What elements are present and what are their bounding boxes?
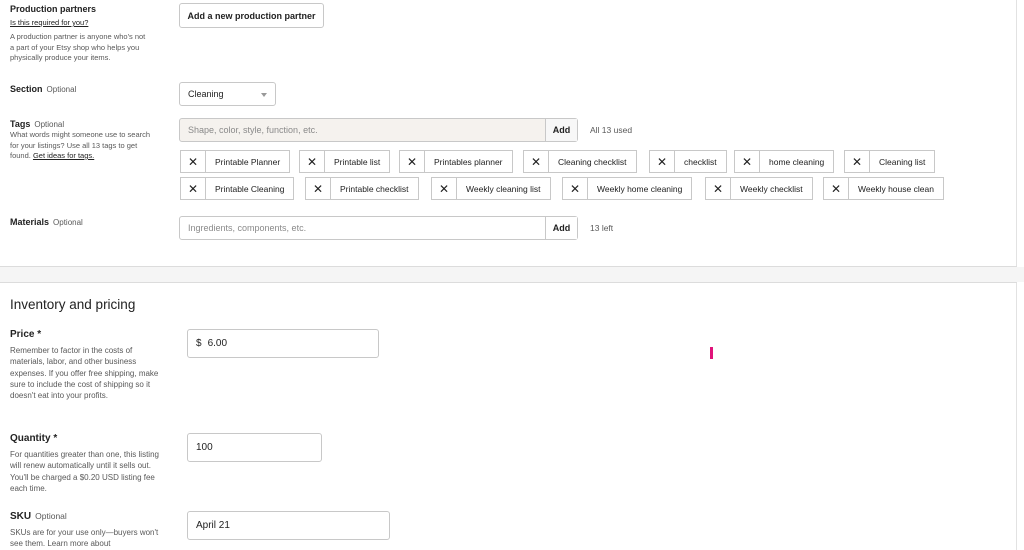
price-label: Price * (10, 329, 42, 340)
section-label: Section Optional (10, 84, 77, 94)
sku-value: April 21 (196, 520, 230, 531)
card-edge (1016, 0, 1017, 266)
sku-label: SKU Optional (10, 511, 67, 522)
production-partners-required-link[interactable]: Is this required for you? (10, 18, 88, 29)
add-production-partner-button[interactable]: Add a new production partner (179, 3, 324, 28)
remove-tag-icon[interactable]: ✕ (845, 151, 870, 172)
remove-tag-icon[interactable]: ✕ (650, 151, 675, 172)
text-cursor (710, 347, 713, 359)
price-input[interactable]: $ 6.00 (187, 329, 379, 358)
card-edge (1016, 283, 1017, 550)
materials-left-count: 13 left (590, 223, 614, 233)
tag-chip: ✕ Printables planner (399, 150, 513, 173)
section-selected-value: Cleaning (188, 89, 224, 99)
add-material-button[interactable]: Add (545, 217, 577, 239)
tag-chip: ✕ Printable Cleaning (180, 177, 295, 200)
sku-help: SKUs are for your use only—buyers won't … (10, 528, 159, 549)
tag-chip: ✕ checklist (649, 150, 727, 173)
remove-tag-icon[interactable]: ✕ (563, 178, 588, 199)
quantity-help: For quantities greater than one, this li… (10, 450, 159, 493)
quantity-label: Quantity * (10, 433, 58, 444)
remove-tag-icon[interactable]: ✕ (706, 178, 731, 199)
tags-label: Tags Optional (10, 119, 65, 129)
tag-chip: ✕ Printable list (299, 150, 391, 173)
add-tag-button[interactable]: Add (545, 119, 577, 141)
materials-input[interactable]: Ingredients, components, etc. Add (179, 216, 578, 240)
inventory-pricing-heading: Inventory and pricing (10, 297, 136, 312)
tags-help: What words might someone use to search f… (10, 130, 151, 160)
tag-chip: ✕ Cleaning list (844, 150, 936, 173)
production-partners-title: Production partners (10, 4, 97, 14)
tag-chip: ✕ home cleaning (734, 150, 835, 173)
remove-tag-icon[interactable]: ✕ (824, 178, 849, 199)
currency-symbol: $ (196, 338, 202, 349)
card-divider (0, 282, 1017, 283)
tag-chip: ✕ Cleaning checklist (523, 150, 637, 173)
tag-ideas-link[interactable]: Get ideas for tags. (33, 151, 94, 160)
quantity-input[interactable]: 100 (187, 433, 322, 462)
tag-chip: ✕ Weekly home cleaning (562, 177, 693, 200)
remove-tag-icon[interactable]: ✕ (181, 151, 206, 172)
tag-chip: ✕ Weekly checklist (705, 177, 813, 200)
materials-label: Materials Optional (10, 217, 83, 227)
quantity-value: 100 (196, 442, 213, 453)
remove-tag-icon[interactable]: ✕ (524, 151, 549, 172)
tag-chip: ✕ Weekly house clean (823, 177, 944, 200)
section-select[interactable]: Cleaning (179, 82, 276, 106)
remove-tag-icon[interactable]: ✕ (181, 178, 206, 199)
sku-input[interactable]: April 21 (187, 511, 390, 540)
remove-tag-icon[interactable]: ✕ (432, 178, 457, 199)
card-gap (0, 267, 1024, 282)
tags-used-count: All 13 used (590, 125, 633, 135)
remove-tag-icon[interactable]: ✕ (306, 178, 331, 199)
price-help: Remember to factor in the costs of mater… (10, 346, 159, 401)
tags-input[interactable]: Shape, color, style, function, etc. Add (179, 118, 578, 142)
price-value: 6.00 (207, 338, 228, 349)
remove-tag-icon[interactable]: ✕ (400, 151, 425, 172)
tag-chip: ✕ Weekly cleaning list (431, 177, 551, 200)
chevron-down-icon (261, 93, 267, 97)
remove-tag-icon[interactable]: ✕ (735, 151, 760, 172)
tag-chip: ✕ Printable Planner (180, 150, 291, 173)
production-partners-help: A production partner is anyone who's not… (10, 32, 146, 62)
tag-chip: ✕ Printable checklist (305, 177, 419, 200)
remove-tag-icon[interactable]: ✕ (300, 151, 325, 172)
